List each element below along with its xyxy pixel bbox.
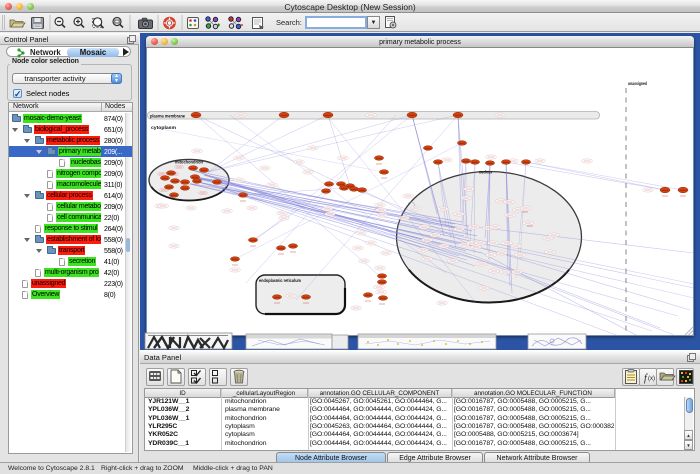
svg-text:plasma membrane: plasma membrane <box>150 114 185 119</box>
svg-text:endoplasmic reticulum: endoplasmic reticulum <box>259 278 301 283</box>
svg-text:nucleus: nucleus <box>479 170 492 175</box>
svg-text:cytoplasm: cytoplasm <box>151 125 176 130</box>
svg-text:mitochondrion: mitochondrion <box>175 160 203 165</box>
svg-text:unassigned: unassigned <box>628 81 647 86</box>
